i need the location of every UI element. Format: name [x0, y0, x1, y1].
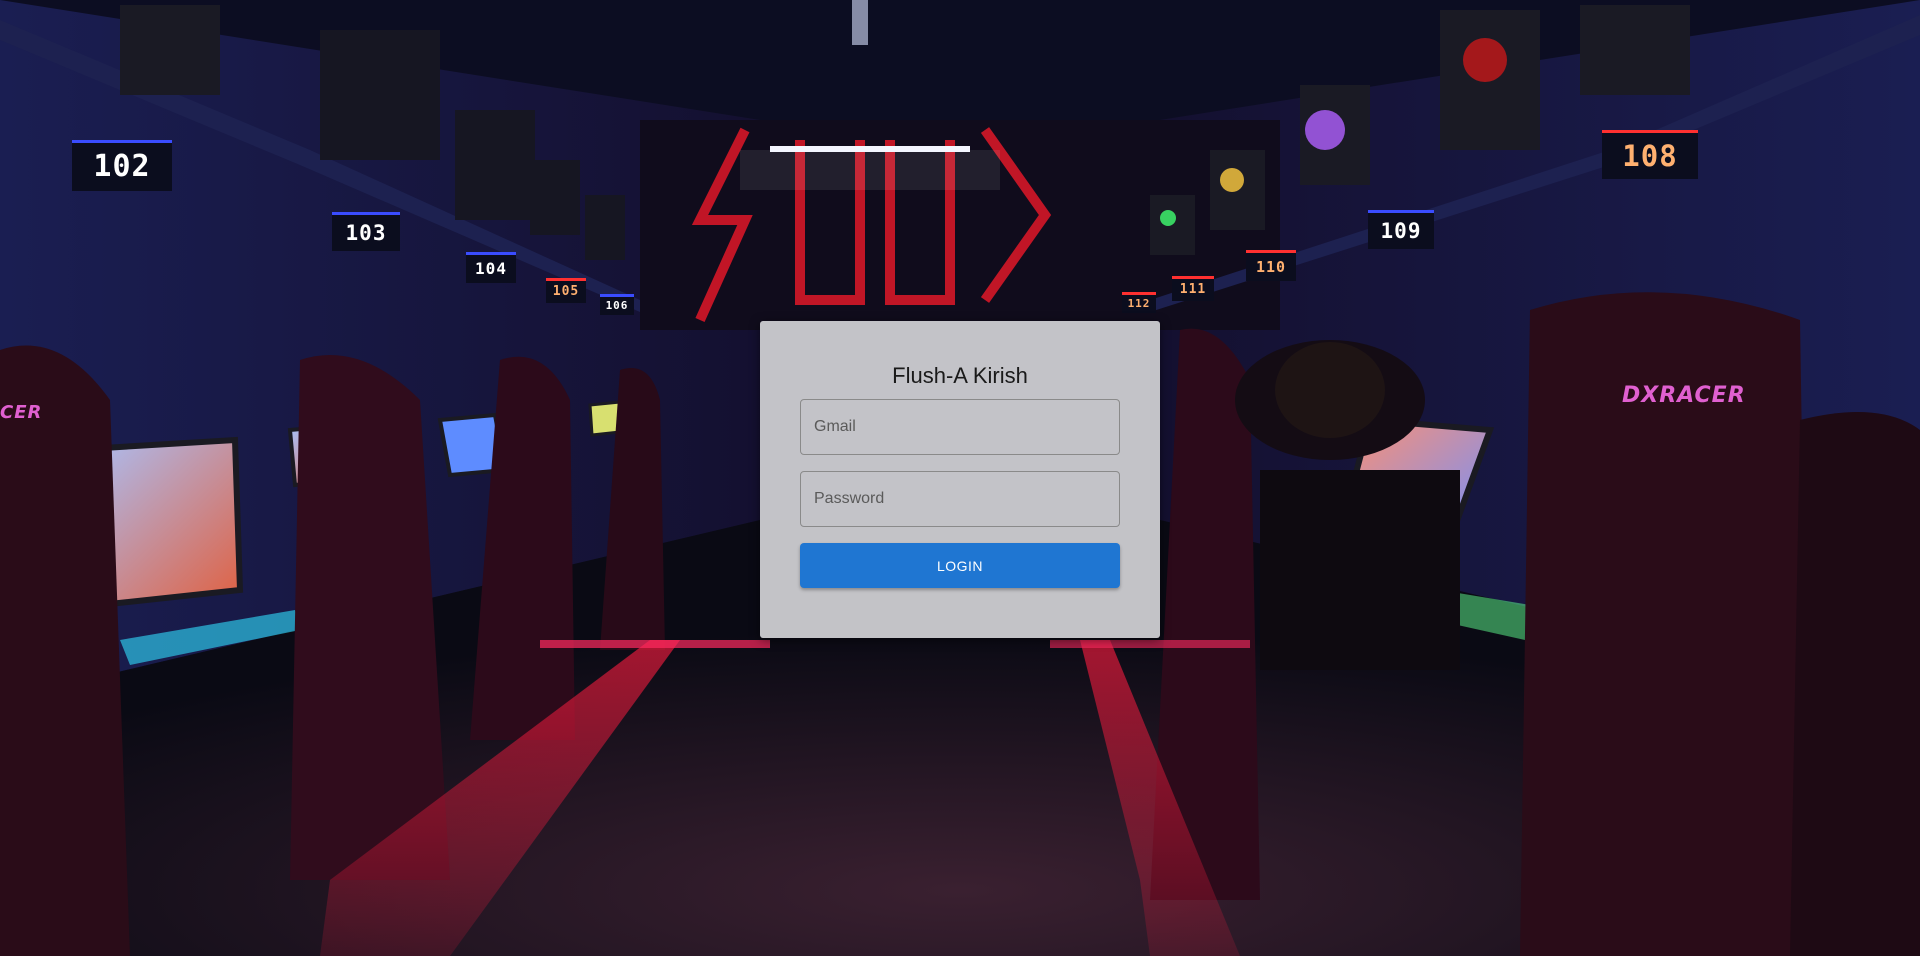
password-input[interactable]	[800, 471, 1120, 527]
seat-number-label: 104	[466, 252, 516, 283]
seat-number-label: 102	[72, 140, 172, 191]
seat-number-label: 109	[1368, 210, 1434, 249]
seat-number-label: 103	[332, 212, 400, 251]
seat-number-label: 106	[600, 294, 634, 315]
seat-number-label: 111	[1172, 276, 1214, 301]
seat-number-label: 110	[1246, 250, 1296, 281]
login-title: Flush-A Kirish	[892, 363, 1028, 388]
gmail-input[interactable]	[800, 399, 1120, 455]
seat-number-label: 108	[1602, 130, 1698, 179]
chair-brand-logo: CER	[0, 402, 43, 423]
seat-number-label: 105	[546, 278, 586, 303]
chair-brand-logo: DXRACER	[1622, 383, 1746, 408]
seat-number-label: 112	[1122, 292, 1156, 313]
login-button[interactable]: LOGIN	[800, 543, 1120, 588]
login-card: Flush-A Kirish LOGIN	[760, 321, 1160, 638]
